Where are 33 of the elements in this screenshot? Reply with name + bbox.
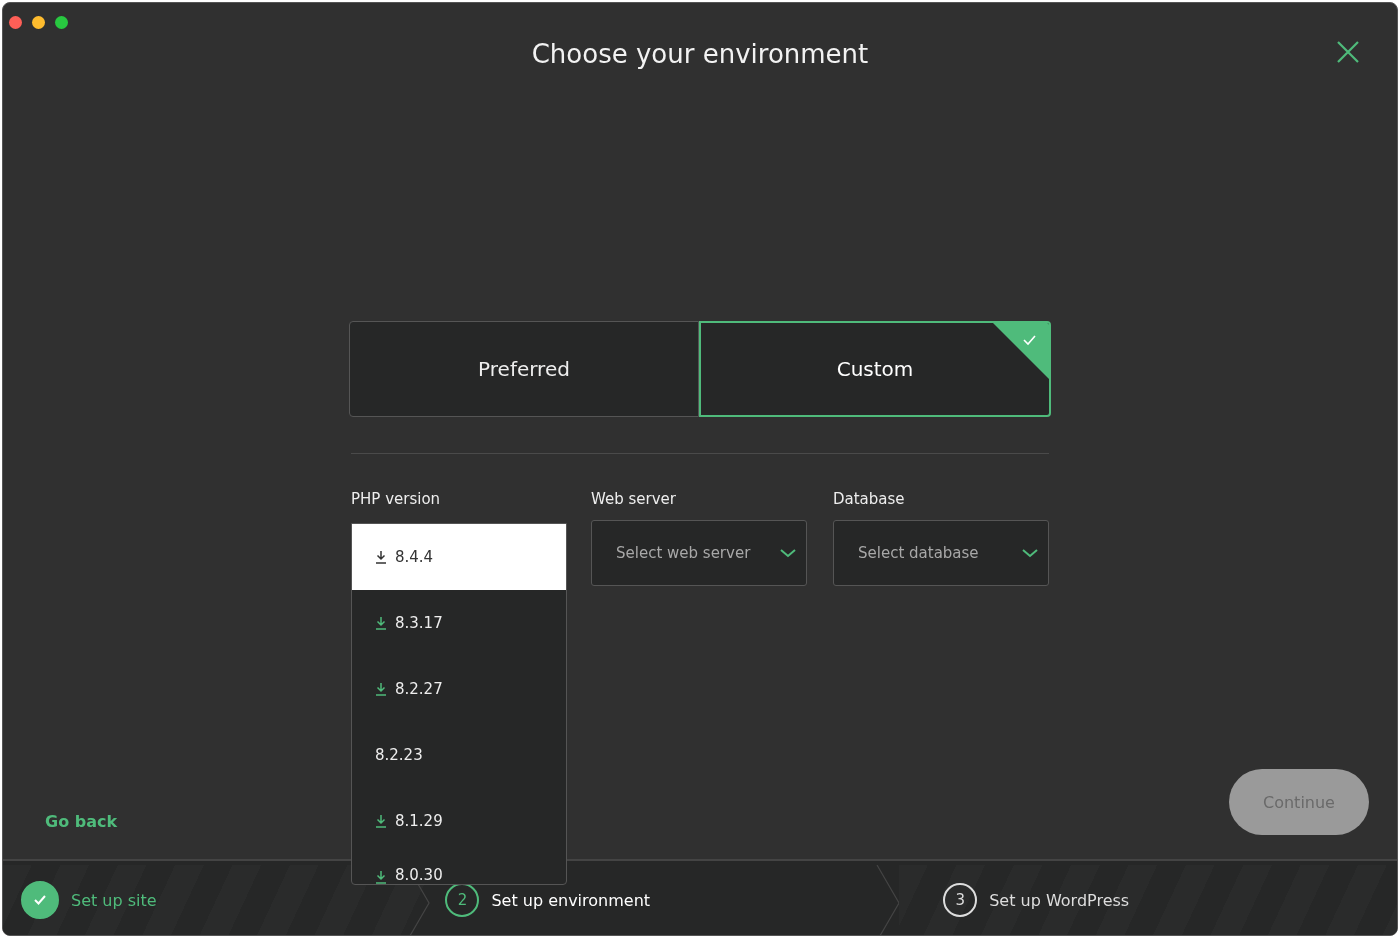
window-title: Choose your environment (531, 39, 869, 69)
step-label: Set up site (71, 890, 157, 910)
download-icon (375, 550, 387, 564)
chevron-down-icon (780, 548, 796, 558)
minimize-window-button[interactable] (32, 16, 45, 29)
dropdown-option[interactable]: 8.3.17 (352, 590, 566, 656)
dropdown-option[interactable]: 8.4.4 (352, 524, 566, 590)
step-label: Set up environment (491, 890, 651, 910)
download-icon (375, 814, 387, 828)
zoom-window-button[interactable] (55, 16, 68, 29)
step-number: 3 (943, 883, 978, 917)
download-icon (375, 682, 387, 696)
environment-option[interactable]: Preferred (349, 321, 699, 417)
go-back-link[interactable]: Go back (45, 811, 118, 831)
dropdown-option[interactable]: 8.1.29 (352, 788, 566, 854)
close-window-button[interactable] (9, 16, 22, 29)
check-corner-icon (992, 323, 1049, 380)
download-icon (375, 870, 387, 884)
field-label: Database (833, 490, 906, 508)
field-label: Web server (591, 490, 677, 508)
dropdown-option[interactable]: 8.2.23 (352, 722, 566, 788)
select-field[interactable]: Select web server (591, 520, 807, 586)
dropdown-option[interactable]: 8.2.27 (352, 656, 566, 722)
select-field[interactable]: Select database (833, 520, 1049, 586)
step-done-icon (21, 881, 59, 919)
download-icon (375, 616, 387, 630)
step-label: Set up WordPress (989, 890, 1130, 910)
dropdown-option[interactable]: 8.0.30 (352, 854, 566, 884)
close-icon[interactable] (1337, 41, 1359, 63)
step-number: 2 (445, 883, 480, 917)
chevron-down-icon (1022, 548, 1038, 558)
environment-option[interactable]: Custom (699, 321, 1051, 417)
field-label: PHP version (351, 490, 442, 508)
